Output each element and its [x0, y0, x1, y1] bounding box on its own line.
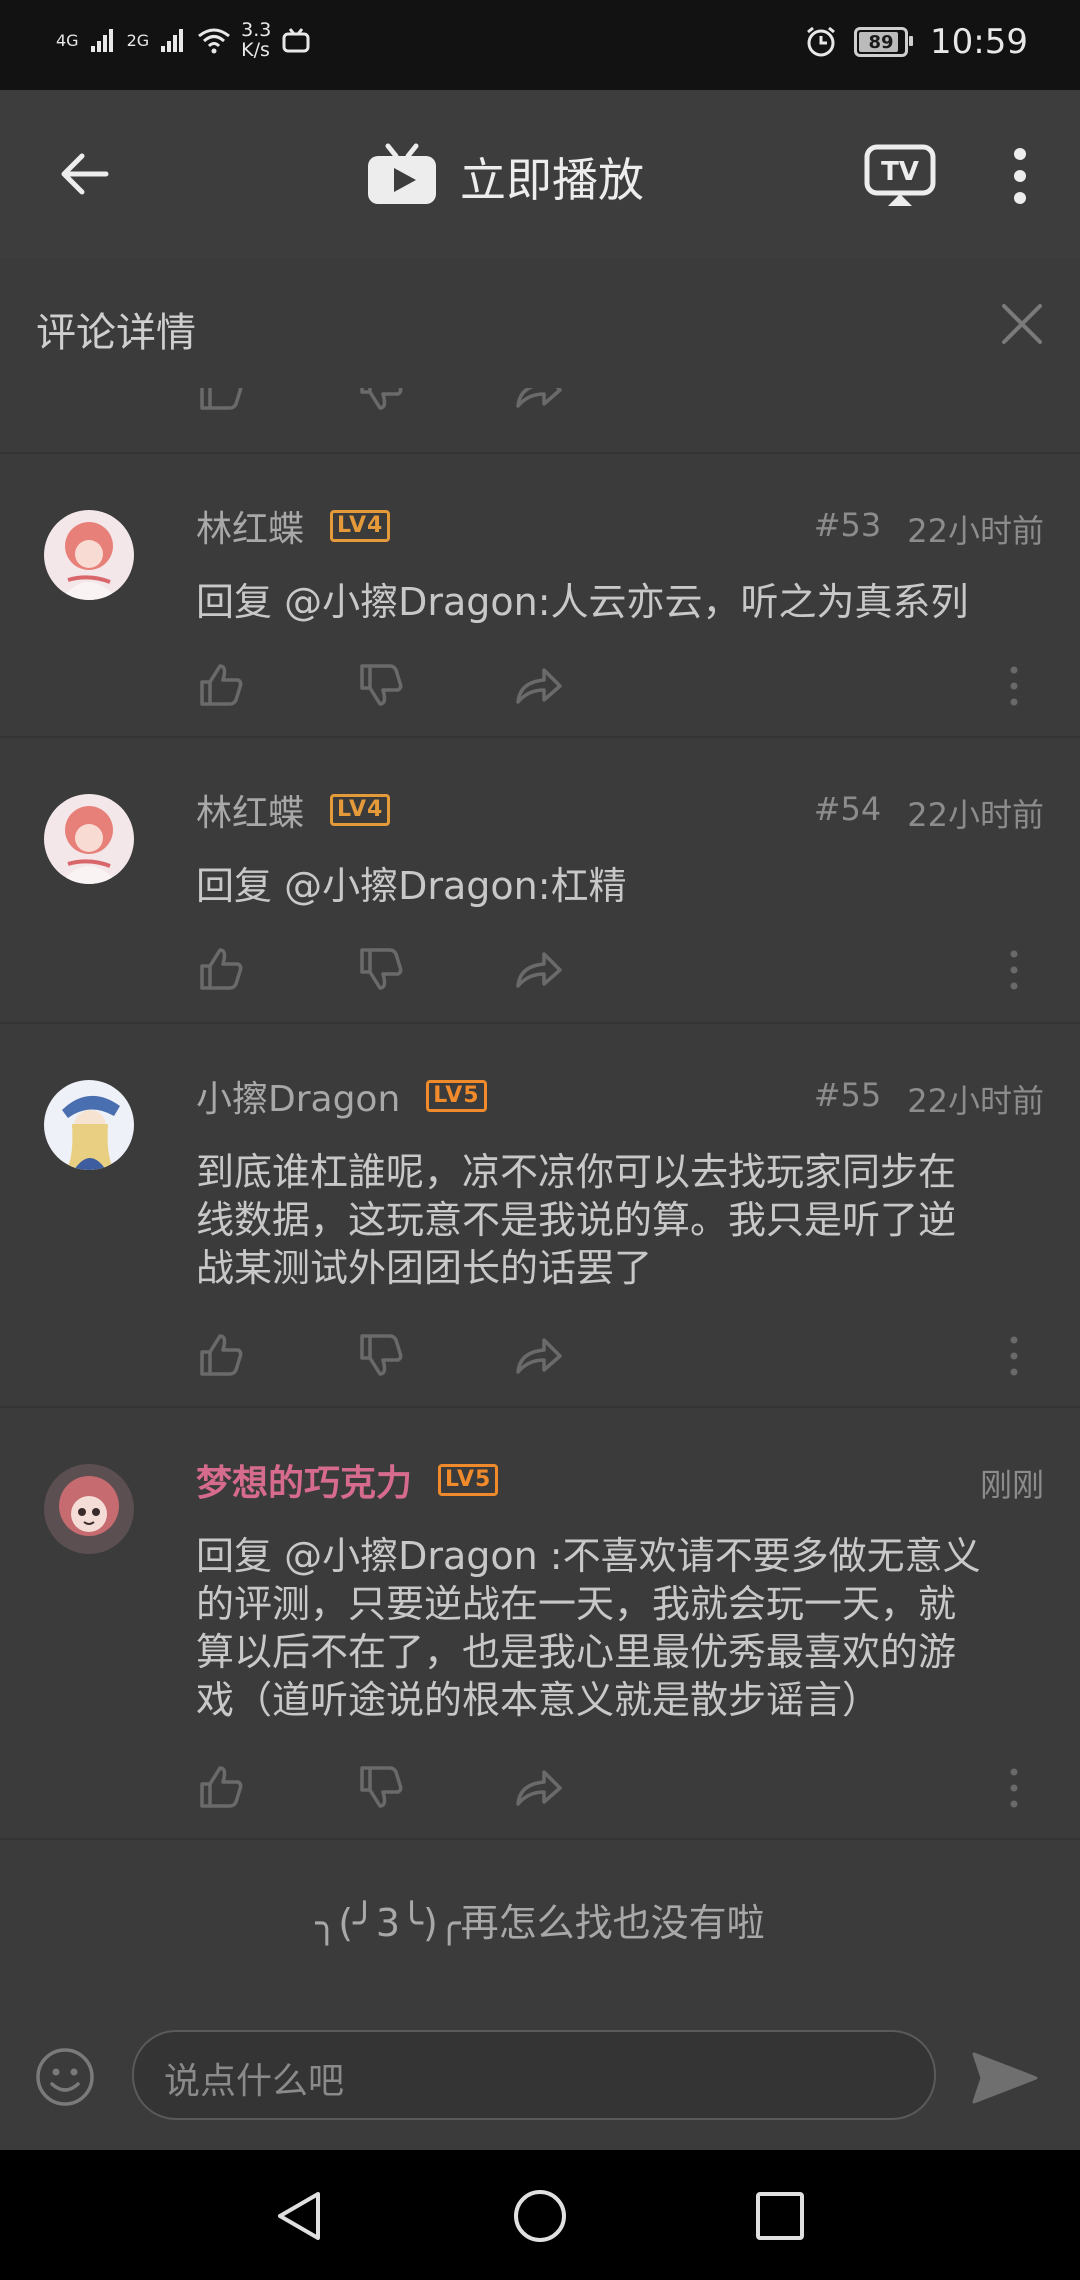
comment-item: 林红蝶 LV4 #54 22小时前 回复 @小擦Dragon:杠精	[0, 738, 1080, 1022]
battery-level: 89	[868, 31, 894, 53]
network-speed: 3.3 K/s	[241, 20, 271, 60]
level-badge: LV4	[330, 794, 391, 826]
comment-time: 22小时前	[907, 1082, 1044, 1120]
comment-text-line: 算以后不在了，也是我心里最优秀最喜欢的游	[196, 1630, 957, 1674]
nav-back-icon[interactable]	[272, 2188, 328, 2244]
more-options-icon[interactable]	[1006, 146, 1034, 206]
avatar[interactable]	[44, 1080, 134, 1170]
nav-home-icon[interactable]	[512, 2188, 568, 2244]
comment-time: 刚刚	[979, 1466, 1044, 1504]
comment-text-line: 战某测试外团团长的话罢了	[196, 1246, 653, 1290]
comment-input[interactable]: 说点什么吧	[132, 2030, 936, 2120]
status-right: 89 10:59	[804, 22, 1028, 62]
username[interactable]: 林红蝶	[196, 500, 304, 552]
comment-header: 梦想的巧克力 LV5	[196, 1454, 499, 1506]
wifi-icon	[198, 28, 231, 54]
comment-meta: #54 22小时前	[814, 790, 1044, 836]
level-badge: LV5	[426, 1080, 487, 1112]
like-icon[interactable]	[196, 388, 246, 414]
system-navigation-bar	[0, 2150, 1080, 2280]
like-icon[interactable]	[196, 1330, 246, 1380]
signal-icon	[90, 29, 113, 52]
username[interactable]: 林红蝶	[196, 784, 304, 836]
status-left: 4G 2G 3.3 K/s	[56, 20, 311, 60]
comment-header: 小擦Dragon LV5	[196, 1070, 487, 1122]
alarm-icon	[807, 26, 835, 57]
comment-time: 22小时前	[907, 796, 1044, 834]
emoji-icon[interactable]	[34, 2046, 96, 2108]
share-icon[interactable]	[514, 1330, 564, 1380]
send-icon[interactable]	[970, 2050, 1040, 2106]
comment-detail-title: 评论详情	[36, 310, 196, 356]
more-icon[interactable]	[1000, 664, 1028, 708]
speed-value: 3.3	[241, 19, 272, 41]
network-2g-label: 2G	[126, 30, 150, 50]
level-badge: LV5	[438, 1464, 499, 1496]
speed-unit: K/s	[241, 39, 270, 61]
like-icon[interactable]	[196, 1762, 246, 1812]
app-bar: 立即播放 TV	[0, 90, 1080, 258]
more-icon[interactable]	[1000, 1766, 1028, 1810]
comment-item: 小擦Dragon LV5 #55 22小时前 到底谁杠誰呢，凉不凉你可以去找玩家…	[0, 1024, 1080, 1406]
comment-meta: 刚刚	[980, 1460, 1044, 1506]
comment-detail-header: 评论详情	[0, 258, 1080, 388]
comment-item: 梦想的巧克力 LV5 刚刚 回复 @小擦Dragon :不喜欢请不要多做无意义 …	[0, 1408, 1080, 1838]
comment-text: 回复 @小擦Dragon:杠精	[196, 864, 627, 908]
clock: 10:59	[930, 22, 1028, 62]
comment-meta: #53 22小时前	[814, 506, 1044, 552]
like-icon[interactable]	[196, 944, 246, 994]
comment-text: 回复 @小擦Dragon:人云亦云，听之为真系列	[196, 580, 969, 624]
close-icon[interactable]	[1000, 302, 1044, 346]
username[interactable]: 梦想的巧克力	[196, 1454, 412, 1506]
comment-header: 林红蝶 LV4	[196, 784, 391, 836]
battery-icon: 89	[854, 27, 914, 57]
floor-number: #55	[813, 1076, 882, 1114]
partial-action-row	[0, 388, 1080, 452]
username[interactable]: 小擦Dragon	[196, 1070, 400, 1122]
comment-header: 林红蝶 LV4	[196, 500, 391, 552]
comment-text-line: 到底谁杠誰呢，凉不凉你可以去找玩家同步在	[196, 1150, 957, 1194]
avatar[interactable]	[44, 794, 134, 884]
avatar[interactable]	[44, 510, 134, 600]
dislike-icon[interactable]	[356, 1330, 406, 1380]
tv-cast-icon[interactable]: TV	[864, 144, 936, 208]
comment-text-line: 线数据，这玩意不是我说的算。我只是听了逆	[196, 1198, 957, 1242]
floor-number: #54	[813, 790, 882, 828]
play-tv-icon	[368, 143, 436, 204]
floor-number: #53	[813, 506, 882, 544]
tv-app-icon	[282, 28, 310, 53]
comment-input-placeholder: 说点什么吧	[164, 2061, 345, 2102]
svg-text:TV: TV	[881, 157, 919, 187]
avatar[interactable]	[44, 1464, 134, 1554]
share-icon[interactable]	[514, 388, 564, 414]
more-icon[interactable]	[1000, 1334, 1028, 1378]
comment-text: 到底谁杠誰呢，凉不凉你可以去找玩家同步在 线数据，这玩意不是我说的算。我只是听了…	[196, 1148, 1056, 1292]
comment-time: 22小时前	[907, 512, 1044, 550]
comment-text-line: 回复 @小擦Dragon :不喜欢请不要多做无意义	[196, 1534, 981, 1578]
nav-recents-icon[interactable]	[754, 2190, 806, 2242]
comment-text-line: 的评测，只要逆战在一天，我就会玩一天，就	[196, 1582, 957, 1626]
divider	[0, 1838, 1080, 1840]
dislike-icon[interactable]	[356, 388, 406, 414]
dislike-icon[interactable]	[356, 660, 406, 710]
network-4g-label: 4G	[56, 30, 79, 50]
comment-item: 林红蝶 LV4 #53 22小时前 回复 @小擦Dragon:人云亦云，听之为真…	[0, 454, 1080, 736]
signal-icon	[161, 29, 184, 52]
like-icon[interactable]	[196, 660, 246, 710]
comment-text: 回复 @小擦Dragon :不喜欢请不要多做无意义 的评测，只要逆战在一天，我就…	[196, 1532, 1056, 1724]
comment-text-line: 戏（道听途说的根本意义就是散步谣言）	[196, 1678, 881, 1722]
status-bar: 4G 2G 3.3 K/s 89 10:59	[0, 0, 1080, 90]
back-arrow-icon[interactable]	[56, 146, 112, 202]
comment-meta: #55 22小时前	[814, 1076, 1044, 1122]
share-icon[interactable]	[514, 660, 564, 710]
play-now-title[interactable]: 立即播放	[460, 144, 644, 210]
share-icon[interactable]	[514, 944, 564, 994]
level-badge: LV4	[330, 510, 391, 542]
end-of-list-message: ╮(╯3╰)╭再怎么找也没有啦	[315, 1901, 765, 1945]
dislike-icon[interactable]	[356, 944, 406, 994]
more-icon[interactable]	[1000, 948, 1028, 992]
dislike-icon[interactable]	[356, 1762, 406, 1812]
share-icon[interactable]	[514, 1762, 564, 1812]
